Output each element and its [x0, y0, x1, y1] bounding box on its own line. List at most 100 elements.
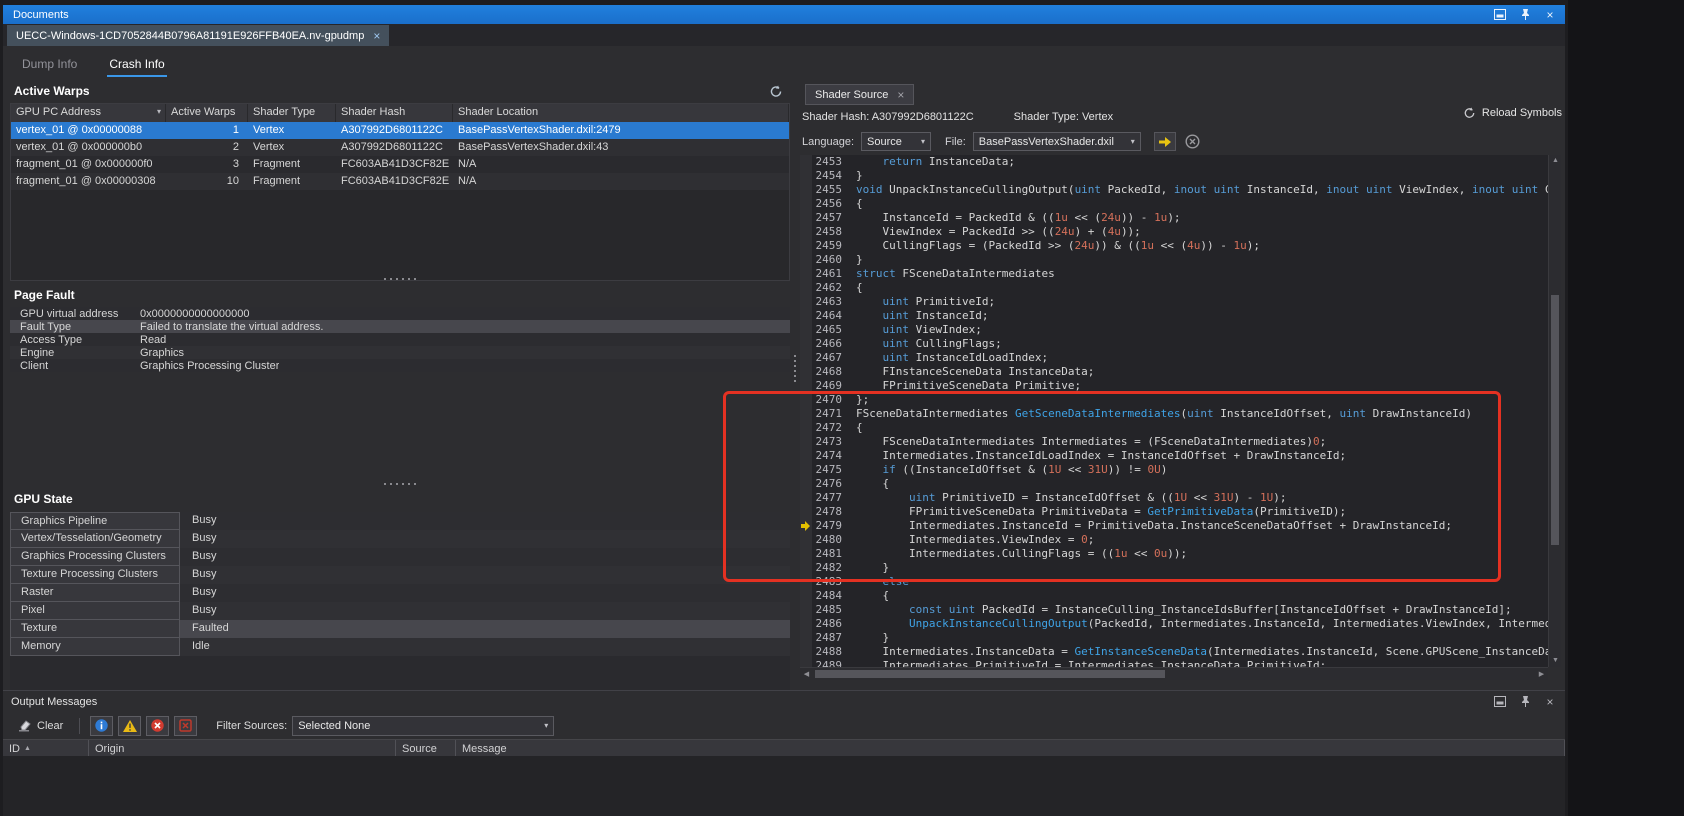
breakpoint-gutter[interactable]: [800, 421, 812, 435]
breakpoint-gutter[interactable]: [800, 197, 812, 211]
pin-icon[interactable]: [1518, 695, 1532, 709]
breakpoint-gutter[interactable]: [800, 659, 812, 667]
column-header[interactable]: Active Warps: [166, 104, 248, 122]
scrollbar-thumb[interactable]: [1551, 295, 1559, 545]
gpu-state-row[interactable]: Raster Busy: [10, 584, 790, 602]
gpu-state-row[interactable]: Graphics Processing Clusters Busy: [10, 548, 790, 566]
filter-error-toggle[interactable]: [146, 715, 170, 736]
scroll-left-icon[interactable]: ◀: [800, 668, 813, 681]
code-line[interactable]: 2461 struct FSceneDataIntermediates: [800, 267, 1548, 281]
warp-row[interactable]: fragment_01 @ 0x00000308 10 Fragment FC603A…: [11, 173, 789, 190]
filter-sources-select[interactable]: Selected None ▾: [292, 715, 555, 736]
file-select[interactable]: BasePassVertexShader.dxil ▾: [972, 132, 1141, 151]
code-line[interactable]: 2485 const uint PackedId = InstanceCulli…: [800, 603, 1548, 617]
scroll-right-icon[interactable]: ▶: [1535, 668, 1548, 681]
code-line[interactable]: 2459 CullingFlags = (PackedId >> (24u)) …: [800, 239, 1548, 253]
filter-info-toggle[interactable]: [90, 715, 114, 736]
page-fault-row[interactable]: Fault Type Failed to translate the virtua…: [10, 320, 790, 333]
code-line[interactable]: 2460}: [800, 253, 1548, 267]
code-line[interactable]: 2471 FSceneDataIntermediates GetSceneData…: [800, 407, 1548, 421]
code-line[interactable]: 2488 Intermediates.InstanceData = GetIns…: [800, 645, 1548, 659]
gpu-state-row[interactable]: Vertex/Tesselation/Geometry Busy: [10, 530, 790, 548]
breakpoint-gutter[interactable]: [800, 519, 812, 533]
tab-dump-info[interactable]: Dump Info: [20, 55, 79, 77]
breakpoint-gutter[interactable]: [800, 505, 812, 519]
page-fault-row[interactable]: Access Type Read: [10, 333, 790, 346]
breakpoint-gutter[interactable]: [800, 267, 812, 281]
code-line[interactable]: 2476 {: [800, 477, 1548, 491]
horizontal-splitter[interactable]: [10, 483, 790, 485]
breakpoint-gutter[interactable]: [800, 211, 812, 225]
gpu-state-row[interactable]: Texture Faulted: [10, 620, 790, 638]
warp-row[interactable]: fragment_01 @ 0x000000f0 3 Fragment FC603AB…: [11, 156, 789, 173]
breakpoint-gutter[interactable]: [800, 547, 812, 561]
page-fault-row[interactable]: GPU virtual address 0x0000000000000000: [10, 307, 790, 320]
shader-source-tab[interactable]: Shader Source ×: [805, 84, 915, 105]
breakpoint-gutter[interactable]: [800, 281, 812, 295]
breakpoint-gutter[interactable]: [800, 491, 812, 505]
code-line[interactable]: 2453 return InstanceData;: [800, 155, 1548, 169]
tab-crash-info[interactable]: Crash Info: [107, 55, 167, 77]
code-line[interactable]: 2464 uint InstanceId;: [800, 309, 1548, 323]
breakpoint-gutter[interactable]: [800, 323, 812, 337]
code-line[interactable]: 2475 if ((InstanceIdOffset & (1U << 31U)…: [800, 463, 1548, 477]
tab-close-icon[interactable]: ×: [373, 29, 380, 43]
column-header[interactable]: Shader Type: [248, 104, 336, 122]
page-fault-row[interactable]: Client Graphics Processing Cluster: [10, 359, 790, 372]
breakpoint-gutter[interactable]: [800, 239, 812, 253]
code-line[interactable]: 2486 UnpackInstanceCullingOutput(PackedI…: [800, 617, 1548, 631]
column-header[interactable]: Shader Location: [453, 104, 789, 122]
breakpoint-gutter[interactable]: [800, 183, 812, 197]
dock-icon[interactable]: [1493, 8, 1507, 22]
breakpoint-gutter[interactable]: [800, 393, 812, 407]
breakpoint-gutter[interactable]: [800, 155, 812, 169]
breakpoint-gutter[interactable]: [800, 351, 812, 365]
column-header[interactable]: GPU PC Address ▾: [11, 104, 166, 122]
code-line[interactable]: 2468 FInstanceSceneData InstanceData;: [800, 365, 1548, 379]
code-line[interactable]: 2457 InstanceId = PackedId & ((1u << (24…: [800, 211, 1548, 225]
code-line[interactable]: 2467 uint InstanceIdLoadIndex;: [800, 351, 1548, 365]
filter-icon[interactable]: ▾: [157, 107, 161, 116]
tab-close-icon[interactable]: ×: [897, 88, 904, 102]
breakpoint-gutter[interactable]: [800, 463, 812, 477]
vertical-scrollbar[interactable]: ▲ ▼: [1548, 155, 1561, 667]
document-tab[interactable]: UECC-Windows-1CD7052844B0796A81191E926FF…: [7, 25, 390, 46]
breakpoint-gutter[interactable]: [800, 477, 812, 491]
code-line[interactable]: 2487 }: [800, 631, 1548, 645]
gpu-state-row[interactable]: Graphics Pipeline Busy: [10, 512, 790, 530]
breakpoint-gutter[interactable]: [800, 169, 812, 183]
page-fault-row[interactable]: Engine Graphics: [10, 346, 790, 359]
vertical-splitter[interactable]: [790, 355, 799, 382]
code-line[interactable]: 2482 }: [800, 561, 1548, 575]
dock-icon[interactable]: [1493, 695, 1507, 709]
column-header[interactable]: ID ▲: [3, 740, 89, 756]
refresh-icon[interactable]: [766, 82, 786, 100]
breakpoint-gutter[interactable]: [800, 225, 812, 239]
breakpoint-gutter[interactable]: [800, 295, 812, 309]
breakpoint-gutter[interactable]: [800, 575, 812, 589]
shader-code-editor[interactable]: 2453 return InstanceData; 2454} 2455 void U…: [800, 155, 1548, 667]
language-select[interactable]: Source ▾: [861, 132, 931, 151]
code-line[interactable]: 2456 {: [800, 197, 1548, 211]
filter-warning-toggle[interactable]: [118, 715, 142, 736]
code-line[interactable]: 2480 Intermediates.ViewIndex = 0;: [800, 533, 1548, 547]
breakpoint-gutter[interactable]: [800, 533, 812, 547]
code-line[interactable]: 2462 {: [800, 281, 1548, 295]
warp-row[interactable]: vertex_01 @ 0x000000b0 2 Vertex A307992D680…: [11, 139, 789, 156]
code-line[interactable]: 2479 Intermediates.InstanceId = Primitiv…: [800, 519, 1548, 533]
code-line[interactable]: 2478 FPrimitiveSceneData PrimitiveData =…: [800, 505, 1548, 519]
column-header[interactable]: Origin: [89, 740, 396, 756]
goto-line-button[interactable]: [1153, 132, 1176, 151]
code-line[interactable]: 2454}: [800, 169, 1548, 183]
horizontal-splitter[interactable]: [10, 278, 790, 280]
breakpoint-gutter[interactable]: [800, 407, 812, 421]
filter-script-error-toggle[interactable]: [174, 715, 198, 736]
horizontal-scrollbar[interactable]: ◀ ▶: [800, 667, 1548, 680]
scroll-up-icon[interactable]: ▲: [1549, 155, 1562, 167]
code-line[interactable]: 2481 Intermediates.CullingFlags = ((1u <…: [800, 547, 1548, 561]
breakpoint-gutter[interactable]: [800, 561, 812, 575]
breakpoint-gutter[interactable]: [800, 603, 812, 617]
clear-button[interactable]: Clear: [11, 717, 69, 734]
breakpoint-gutter[interactable]: [800, 449, 812, 463]
breakpoint-gutter[interactable]: [800, 379, 812, 393]
